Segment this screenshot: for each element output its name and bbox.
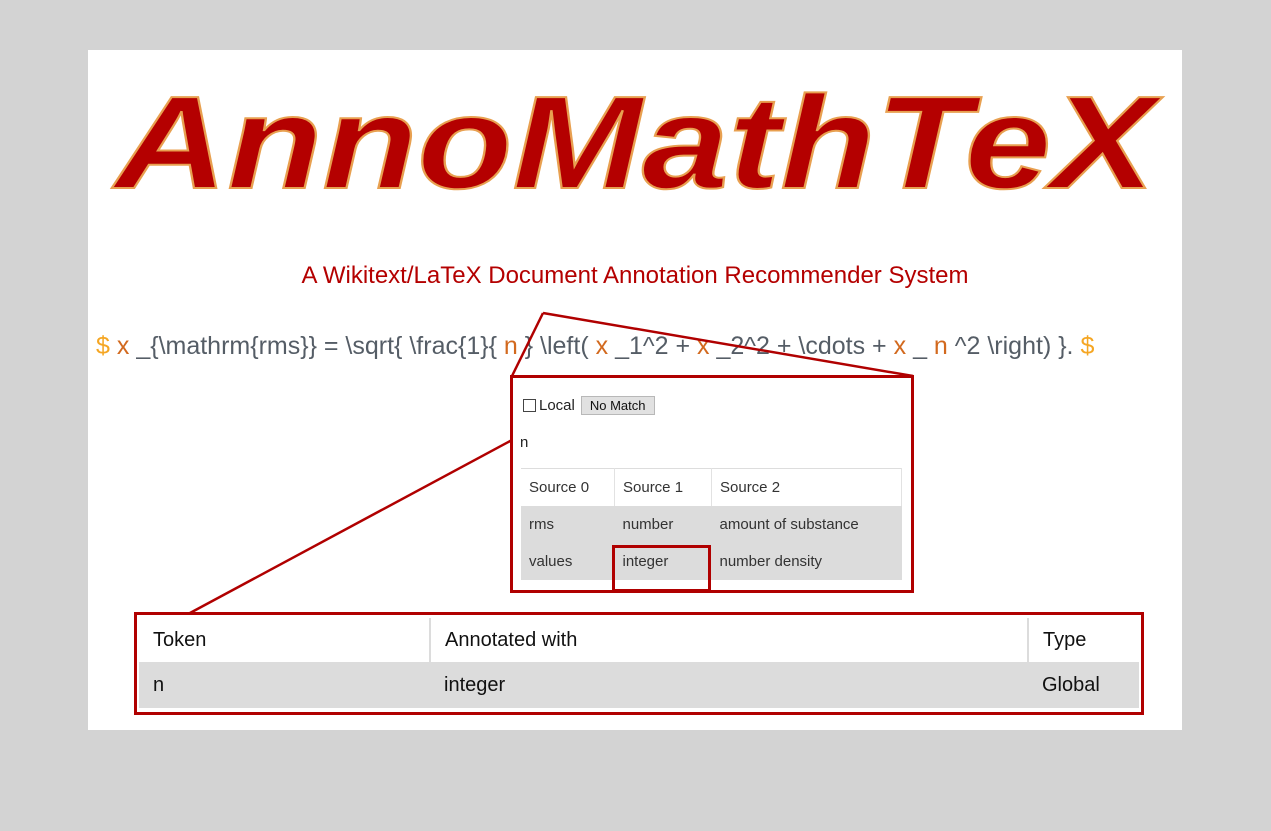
formula-text: _1^2 + — [615, 332, 691, 360]
logo-text: AnnoMathTeX — [111, 69, 1163, 210]
column-header: Source 1 — [614, 468, 712, 506]
annotation-summary-panel: Token Annotated with Type n integer Glob… — [134, 612, 1144, 715]
formula-token-n[interactable]: n — [504, 332, 518, 360]
page-subtitle: A Wikitext/LaTeX Document Annotation Rec… — [301, 262, 969, 289]
table-header-row: Source 0 Source 1 Source 2 — [521, 468, 902, 506]
selection-highlight — [612, 545, 711, 592]
formula-text: _2^2 + \cdots + — [716, 332, 887, 360]
source-table: Source 0 Source 1 Source 2 rms number am… — [521, 468, 902, 580]
local-label: Local — [539, 397, 575, 414]
latex-formula: $ x _{\mathrm{rms}} = \sqrt{ \frac{1}{ n… — [96, 328, 1094, 364]
table-row: values integer number density — [521, 543, 902, 580]
formula-token-n[interactable]: n — [934, 332, 948, 360]
local-checkbox[interactable] — [523, 399, 536, 412]
table-row: rms number amount of substance — [521, 506, 902, 543]
column-header: Type — [1043, 628, 1087, 651]
formula-token-x[interactable]: x — [117, 332, 130, 360]
popup-toolbar: Local No Match — [523, 396, 655, 415]
logo: AnnoMathTeX — [110, 68, 1164, 210]
column-header: Source 0 — [521, 468, 615, 506]
selected-token: n — [520, 434, 529, 451]
formula-text: _{\mathrm{rms}} = \sqrt{ \frac{1}{ — [136, 332, 497, 360]
recommendation-cell[interactable]: rms — [521, 506, 615, 543]
formula-token-x[interactable]: x — [697, 332, 710, 360]
formula-text: } \left( — [524, 332, 589, 360]
no-match-button[interactable]: No Match — [580, 396, 655, 415]
type-cell: Global — [1042, 673, 1100, 696]
recommendation-cell[interactable]: values — [521, 543, 615, 580]
annotation-popup: Local No Match n Source 0 Source 1 Sourc… — [510, 375, 914, 593]
formula-dollar-open: $ — [96, 332, 110, 360]
recommendation-cell[interactable]: number density — [712, 543, 902, 580]
column-header: Token — [139, 618, 431, 662]
recommendation-cell[interactable]: amount of substance — [712, 506, 902, 543]
table-row[interactable]: n integer Global — [139, 662, 1139, 708]
formula-dollar-close: $ — [1080, 332, 1095, 360]
annotation-cell: integer — [444, 673, 506, 696]
recommendation-cell[interactable]: number — [615, 506, 712, 543]
formula-token-x[interactable]: x — [596, 332, 609, 360]
token-cell: n — [153, 673, 165, 696]
annotation-table: Token Annotated with Type n integer Glob… — [139, 618, 1139, 708]
table-header-row: Token Annotated with Type — [139, 618, 1139, 662]
column-header: Annotated with — [430, 618, 1029, 662]
formula-token-x[interactable]: x — [894, 332, 907, 360]
formula-text: ^2 \right) }. — [954, 332, 1074, 360]
column-header: Source 2 — [711, 468, 902, 506]
formula-text: _ — [913, 332, 927, 360]
